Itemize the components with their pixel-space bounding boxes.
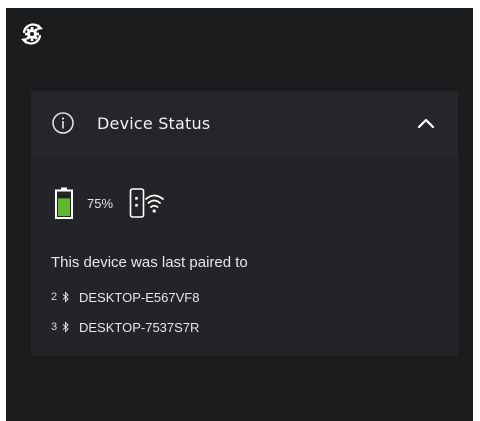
battery-fill bbox=[58, 198, 70, 217]
device-wifi-icon bbox=[129, 188, 164, 218]
sync-settings-button[interactable] bbox=[18, 20, 46, 48]
app-window: Device Status 75% This device was last p… bbox=[6, 8, 473, 421]
bluetooth-icon bbox=[62, 291, 69, 303]
device-status-title: Device Status bbox=[97, 114, 211, 133]
chevron-up-icon[interactable] bbox=[416, 113, 436, 133]
paired-device-index: 3 bbox=[51, 321, 58, 333]
info-icon bbox=[52, 112, 74, 134]
status-row: 75% bbox=[55, 181, 165, 225]
paired-device-name: DESKTOP-E567VF8 bbox=[79, 289, 200, 305]
paired-device-row: 3 DESKTOP-7537S7R bbox=[51, 318, 199, 336]
bluetooth-icon bbox=[62, 321, 69, 333]
device-status-card: Device Status 75% This device was last p… bbox=[31, 91, 458, 356]
battery-icon bbox=[55, 187, 73, 219]
paired-device-row: 2 DESKTOP-E567VF8 bbox=[51, 288, 199, 306]
sync-settings-icon bbox=[21, 23, 43, 45]
device-status-header[interactable]: Device Status bbox=[31, 91, 458, 156]
paired-device-index: 2 bbox=[51, 291, 58, 303]
paired-label: This device was last paired to bbox=[51, 254, 248, 271]
paired-device-name: DESKTOP-7537S7R bbox=[79, 319, 200, 335]
battery-percent: 75% bbox=[87, 195, 114, 211]
